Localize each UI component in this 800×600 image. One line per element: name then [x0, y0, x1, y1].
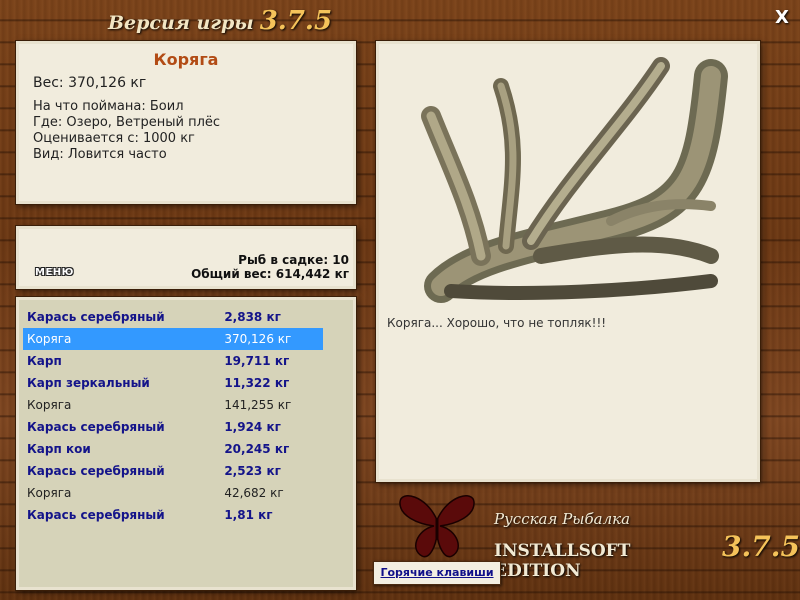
- item-name: Коряга: [153, 50, 219, 69]
- catch-row[interactable]: Карась серебряный 1,81 кг: [23, 504, 323, 526]
- catch-row-weight: 2,838 кг: [224, 310, 281, 324]
- brand-line2-wrap: INSTALLSOFT EDITION 3.7.5: [494, 530, 800, 581]
- catch-frequency: Вид: Ловится часто: [33, 147, 167, 162]
- catch-row[interactable]: Карась серебряный 2,838 кг: [23, 306, 323, 328]
- catch-row-weight: 2,523 кг: [224, 464, 281, 478]
- catch-row-weight: 141,255 кг: [224, 398, 292, 412]
- catch-row-name: Карась серебряный: [27, 420, 165, 434]
- butterfly-icon: [399, 495, 475, 558]
- catch-row-weight: 1,924 кг: [224, 420, 281, 434]
- catch-row[interactable]: Карась серебряный 1,924 кг: [23, 416, 323, 438]
- item-comment: Коряга... Хорошо, что не топляк!!!: [387, 316, 607, 330]
- catch-row-weight: 42,682 кг: [224, 486, 284, 500]
- catch-location: Где: Озеро, Ветреный плёс: [33, 115, 221, 130]
- catch-row-name: Карп: [27, 354, 62, 368]
- brand-version: 3.7.5: [722, 530, 800, 563]
- brand-line1: Русская Рыбалка: [494, 510, 631, 528]
- item-info-panel: Коряга Вес: 370,126 кг На что поймана: Б…: [16, 41, 356, 204]
- catch-row-weight: 19,711 кг: [224, 354, 290, 368]
- catch-row-name: Карась серебряный: [27, 310, 165, 324]
- game-version-title: Версия игры 3.7.5: [108, 6, 332, 36]
- catch-row-name: Карп кои: [27, 442, 91, 456]
- catch-row[interactable]: Карп кои 20,245 кг: [23, 438, 323, 460]
- catch-row[interactable]: Карась серебряный 2,523 кг: [23, 460, 323, 482]
- catch-row-name: Карась серебряный: [27, 508, 165, 522]
- catch-row-weight: 20,245 кг: [224, 442, 290, 456]
- catch-row[interactable]: Карп 19,711 кг: [23, 350, 323, 372]
- catch-valuation: Оценивается с: 1000 кг: [33, 131, 195, 146]
- catch-row[interactable]: Коряга 141,255 кг: [23, 394, 323, 416]
- catch-list: Карась серебряный 2,838 кг Коряга 370,126 к…: [16, 297, 356, 590]
- driftwood-image: [421, 57, 728, 303]
- version-number: 3.7.5: [259, 6, 333, 36]
- catch-row[interactable]: Карп зеркальный 11,322 кг: [23, 372, 323, 394]
- keepnet-stats-panel: МЕНЮ Рыб в садке: 10 Общий вес: 614,442 …: [16, 226, 356, 289]
- catch-row-name: Коряга: [27, 332, 72, 346]
- hotkeys-button[interactable]: Горячие клавиши: [373, 561, 501, 585]
- catch-row-weight: 11,322 кг: [224, 376, 290, 390]
- catch-row[interactable]: Коряга 370,126 кг: [23, 328, 323, 350]
- close-button[interactable]: X: [772, 8, 792, 28]
- brand-edition: INSTALLSOFT EDITION: [494, 541, 631, 581]
- catch-row-weight: 370,126 кг: [224, 332, 292, 346]
- title-text: Версия игры: [108, 12, 254, 34]
- catch-row-name: Карп зеркальный: [27, 376, 150, 390]
- catch-row-name: Коряга: [27, 486, 72, 500]
- catch-row-weight: 1,81 кг: [224, 508, 273, 522]
- catch-row[interactable]: Коряга 42,682 кг: [23, 482, 323, 504]
- brand-logo: Русская Рыбалка INSTALLSOFT EDITION 3.7.…: [494, 510, 800, 581]
- keepnet-summary: Рыб в садке: 10 Общий вес: 614,442 кг: [191, 253, 349, 281]
- item-picture-panel: Коряга... Хорошо, что не топляк!!!: [376, 41, 760, 482]
- catch-bait: На что поймана: Боил: [33, 99, 184, 114]
- fish-count: Рыб в садке: 10: [238, 253, 349, 267]
- menu-button[interactable]: МЕНЮ: [35, 267, 74, 278]
- total-weight: Общий вес: 614,442 кг: [191, 267, 349, 281]
- catch-row-name: Карась серебряный: [27, 464, 165, 478]
- item-weight: Вес: 370,126 кг: [33, 75, 147, 91]
- catch-row-name: Коряга: [27, 398, 72, 412]
